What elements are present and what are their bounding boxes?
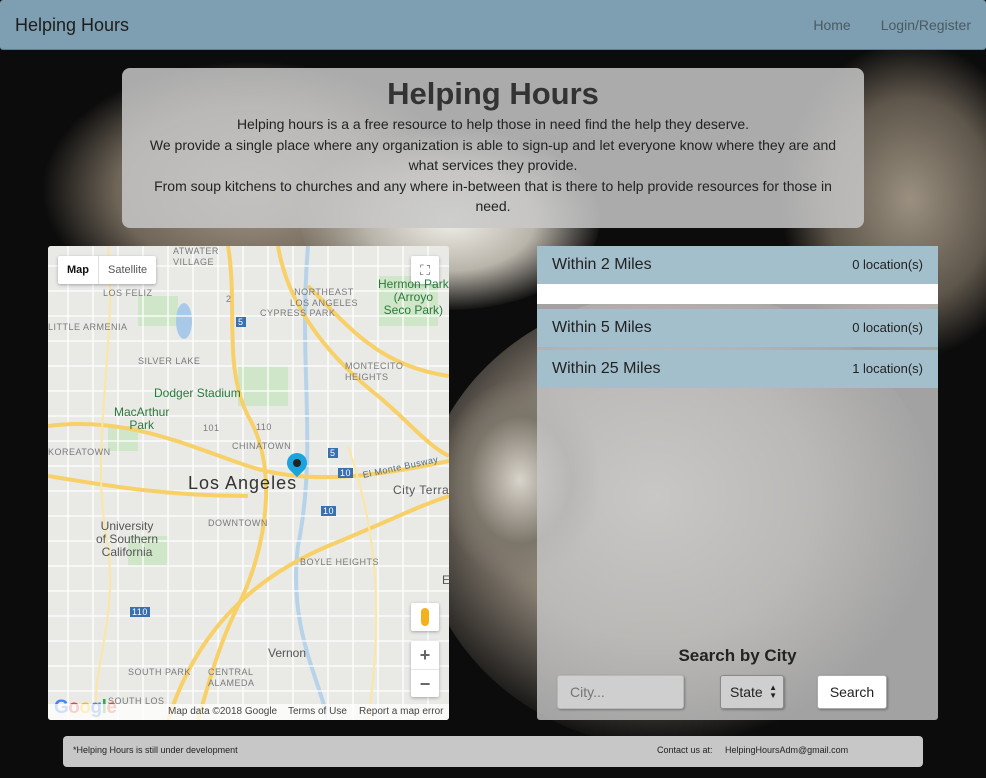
intro-panel: Helping Hours Helping hours is a a free … (122, 68, 864, 228)
development-note: *Helping Hours is still under developmen… (73, 745, 238, 755)
state-select[interactable]: State ▲ ▼ (720, 675, 784, 709)
map-label: Vernon (268, 646, 307, 660)
map-label: University of Southern California (96, 519, 159, 559)
map-shield: 110 (256, 422, 272, 432)
location-count: 0 location(s) (852, 320, 923, 335)
page-title: Helping Hours (387, 76, 599, 111)
map-shield: 5 (236, 317, 246, 327)
accordion-body-2-miles (537, 284, 938, 304)
map-shield: 101 (203, 423, 220, 433)
map-label: City Terra (393, 483, 449, 497)
report-map-error-link[interactable]: Report a map error (359, 706, 443, 717)
map-label: Hermon Park (Arroyo Seco Park) (378, 277, 449, 317)
location-count: 0 location(s) (852, 257, 923, 272)
map-label: BOYLE HEIGHTS (300, 557, 380, 567)
accordion-within-5-miles[interactable]: Within 5 Miles 0 location(s) (537, 309, 938, 347)
map-shield: 2 (226, 294, 232, 304)
zoom-control: + − (411, 641, 439, 697)
zoom-out-button[interactable]: − (411, 669, 439, 697)
nav-home-link[interactable]: Home (813, 17, 850, 33)
intro-line-3: From soup kitchens to churches and any w… (154, 178, 832, 214)
select-arrows-icon: ▲ ▼ (769, 683, 777, 700)
map-label: NORTHEAST LOS ANGELES (290, 287, 359, 308)
accordion-title: Within 2 Miles (552, 256, 652, 273)
map-label: CENTRAL ALAMEDA (208, 667, 255, 688)
map-label: LOS FELIZ (103, 288, 153, 298)
brand-link[interactable]: Helping Hours (15, 15, 129, 36)
map-label-city: Los Angeles (188, 473, 298, 493)
map-label: CYPRESS PARK (260, 308, 336, 318)
search-button[interactable]: Search (817, 675, 887, 709)
map-type-map-button[interactable]: Map (58, 256, 98, 284)
map-shield: 5 (328, 448, 338, 458)
map-type-satellite-button[interactable]: Satellite (98, 256, 156, 284)
map-data-text: Map data ©2018 Google (168, 706, 278, 717)
map-shield: 110 (130, 607, 150, 617)
nav-login-register-link[interactable]: Login/Register (881, 17, 971, 33)
accordion-title: Within 25 Miles (552, 360, 661, 377)
map-label: ATWATER VILLAGE (173, 246, 219, 267)
city-input[interactable] (557, 675, 684, 709)
intro-line-1: Helping hours is a a free resource to he… (236, 116, 750, 132)
map-label: SOUTH PARK (128, 667, 191, 677)
map-attribution: Map data ©2018 Google Terms of Use Repor… (48, 704, 449, 720)
contact-email[interactable]: HelpingHoursAdm@gmail.com (725, 745, 848, 755)
map-view[interactable]: Map Satellite ⛶ ATWATER VILLAGE LOS FELI… (48, 246, 449, 720)
search-by-city-heading: Search by City (678, 646, 797, 665)
map-label: DOWNTOWN (208, 518, 268, 528)
state-select-value: State (730, 684, 763, 700)
map-label: SILVER LAKE (138, 356, 201, 366)
locations-panel: Within 2 Miles 0 location(s) Within 5 Mi… (537, 246, 938, 720)
location-count: 1 location(s) (852, 361, 923, 376)
terms-of-use-link[interactable]: Terms of Use (288, 706, 347, 717)
map-label: CHINATOWN (232, 441, 292, 451)
page-footer: *Helping Hours is still under developmen… (63, 736, 923, 767)
nav-links: Home Login/Register (813, 17, 971, 33)
map-shield: 10 (321, 506, 337, 516)
accordion-title: Within 5 Miles (552, 319, 652, 336)
map-label: MacArthur Park (114, 405, 170, 432)
map-label: MONTECITO HEIGHTS (345, 361, 404, 382)
intro-line-2: We provide a single place where any orga… (149, 137, 837, 173)
contact-label: Contact us at: (657, 745, 713, 755)
map-label: E (442, 573, 449, 587)
street-view-pegman-icon[interactable] (411, 603, 439, 631)
zoom-in-button[interactable]: + (411, 641, 439, 669)
map-type-control: Map Satellite (58, 256, 157, 284)
map-label: KOREATOWN (48, 447, 111, 457)
map-shield: 10 (338, 468, 354, 478)
top-navbar: Helping Hours Home Login/Register (0, 0, 986, 50)
map-label: LITTLE ARMENIA (48, 322, 128, 332)
accordion-within-2-miles[interactable]: Within 2 Miles 0 location(s) (537, 246, 938, 284)
map-label: Dodger Stadium (154, 386, 241, 400)
accordion-within-25-miles[interactable]: Within 25 Miles 1 location(s) (537, 350, 938, 388)
